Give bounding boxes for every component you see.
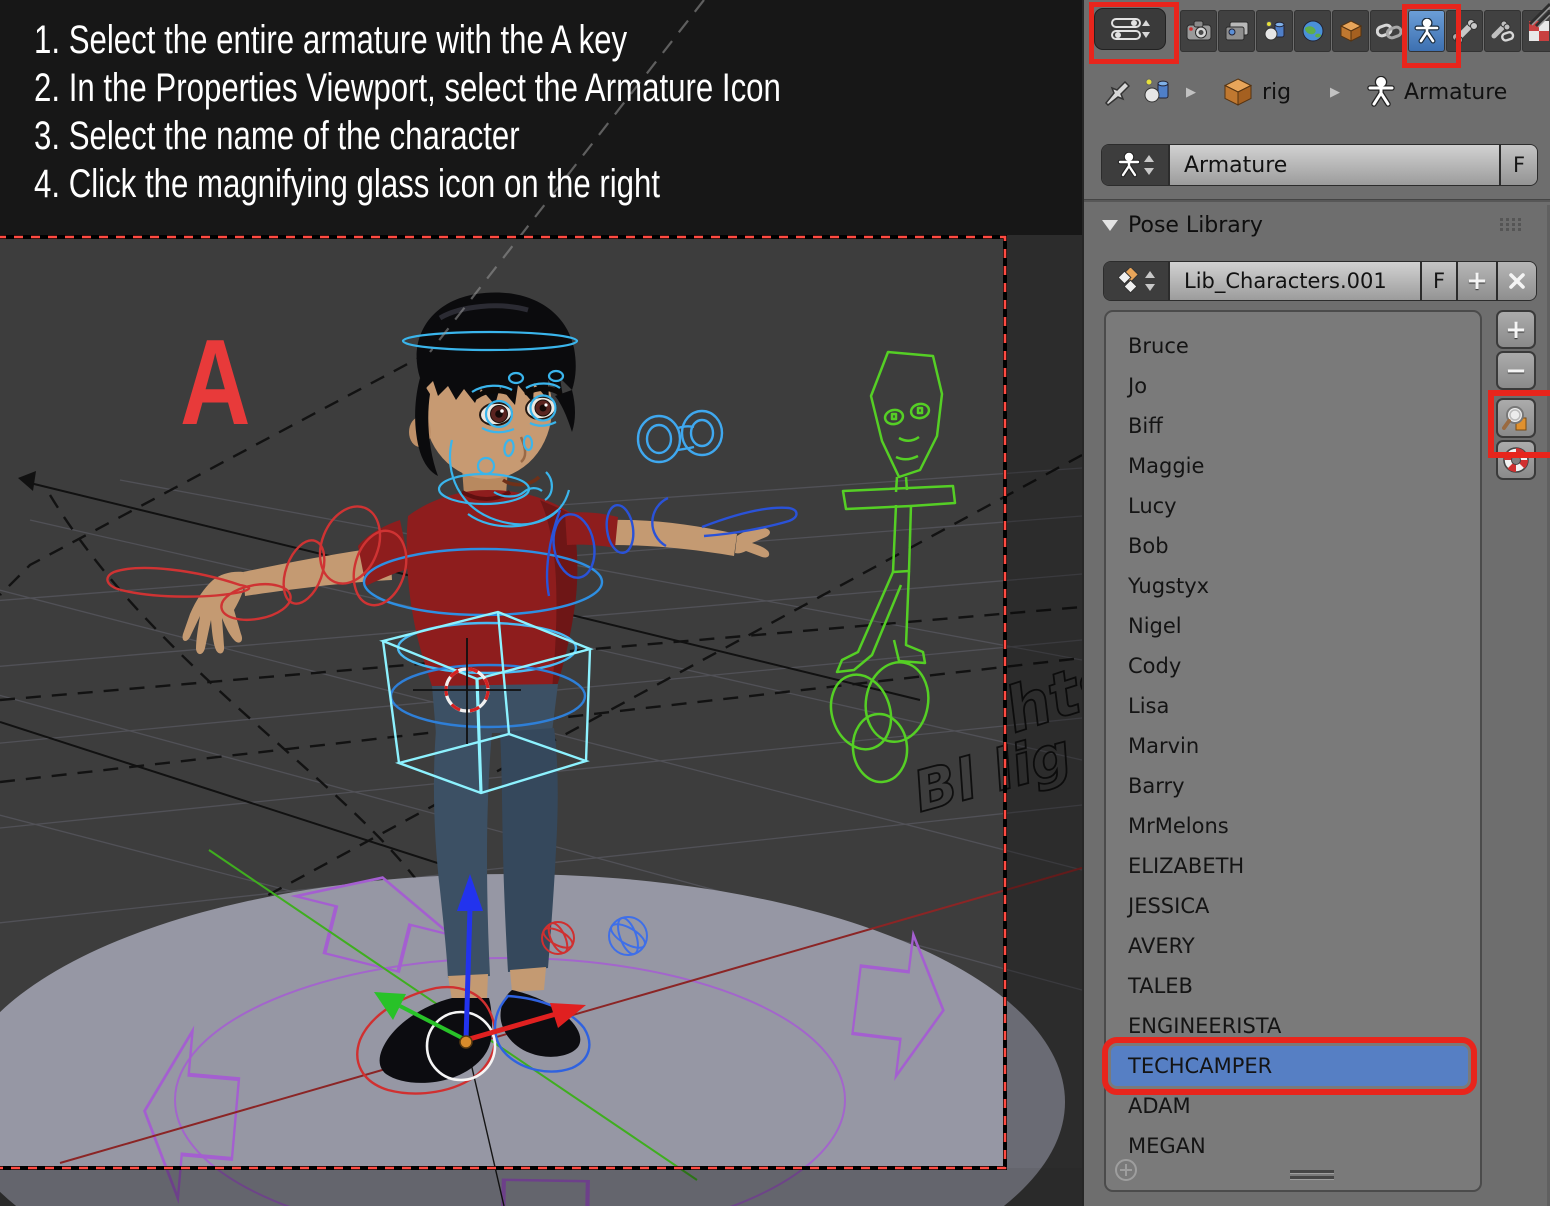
magnifier-icon xyxy=(1502,404,1530,432)
pin-icon[interactable] xyxy=(1100,70,1130,114)
tab-bone-constraint[interactable] xyxy=(1484,10,1521,52)
fake-user-button[interactable]: F xyxy=(1422,262,1456,300)
pose-list-item[interactable]: TECHCAMPER xyxy=(1111,1046,1468,1086)
pose-library-title: Pose Library xyxy=(1128,213,1263,238)
pose-list-item[interactable]: TALEB xyxy=(1111,966,1468,1006)
camera-dim-bottom xyxy=(0,1168,1082,1206)
close-icon xyxy=(1509,273,1525,289)
pose-library-datablock-group: Lib_Characters.001 F + xyxy=(1104,262,1536,300)
pose-list-item[interactable]: Bruce xyxy=(1111,326,1468,366)
lifebuoy-icon xyxy=(1502,446,1530,474)
instruction-line: 3. Select the name of the character xyxy=(34,112,845,160)
breadcrumb-arrow-icon: ▶ xyxy=(1186,70,1196,114)
scene-icon xyxy=(1262,20,1288,42)
properties-editor: ▶ rig ▶ Armatur xyxy=(1082,0,1550,1206)
pose-list-item[interactable]: Maggie xyxy=(1111,446,1468,486)
armature-person-icon-small[interactable] xyxy=(1366,70,1396,114)
pose-list-item[interactable]: ENGINEERISTA xyxy=(1111,1006,1468,1046)
add-pose-button[interactable]: + xyxy=(1496,310,1536,349)
properties-editor-icon xyxy=(1110,16,1150,42)
pose-list-item[interactable]: MrMelons xyxy=(1111,806,1468,846)
panel-drag-grip-icon[interactable] xyxy=(1500,218,1526,232)
scene-icon-small[interactable] xyxy=(1140,70,1174,114)
breadcrumb-data-name[interactable]: Armature xyxy=(1404,70,1507,114)
pose-list-item[interactable]: Bob xyxy=(1111,526,1468,566)
overlay-letter-a: A xyxy=(180,315,250,451)
pose-library-panel-header[interactable]: Pose Library xyxy=(1084,205,1550,245)
armature-name-group: Armature F xyxy=(1102,145,1537,185)
breadcrumb: ▶ rig ▶ Armatur xyxy=(1084,70,1550,114)
pose-list-item[interactable]: Lucy xyxy=(1111,486,1468,526)
tab-world[interactable] xyxy=(1294,10,1331,52)
pose-list-item[interactable]: AVERY xyxy=(1111,926,1468,966)
pose-list-item[interactable]: JESSICA xyxy=(1111,886,1468,926)
tab-constraints[interactable] xyxy=(1370,10,1407,52)
collapse-triangle-icon[interactable] xyxy=(1102,219,1118,231)
pose-list-item[interactable]: Cody xyxy=(1111,646,1468,686)
pose-list-item[interactable]: ADAM xyxy=(1111,1086,1468,1126)
instruction-line: 2. In the Properties Viewport, select th… xyxy=(34,64,845,112)
world-globe-icon xyxy=(1301,19,1325,43)
plus-icon: + xyxy=(1505,315,1527,345)
tab-render-layers[interactable] xyxy=(1218,10,1255,52)
action-datablock-browse-button[interactable] xyxy=(1104,262,1168,300)
instruction-line: 1. Select the entire armature with the A… xyxy=(34,16,845,64)
instructions-overlay: 1. Select the entire armature with the A… xyxy=(34,16,845,208)
pose-list-item[interactable]: Lisa xyxy=(1111,686,1468,726)
datablock-type-button[interactable] xyxy=(1102,145,1168,185)
remove-pose-button[interactable]: − xyxy=(1496,351,1536,390)
bone-constraint-icon xyxy=(1490,18,1516,44)
sanitize-library-button[interactable] xyxy=(1496,440,1536,480)
list-add-circle-icon[interactable] xyxy=(1114,1158,1138,1182)
tab-render[interactable] xyxy=(1180,10,1217,52)
editor-type-selector[interactable] xyxy=(1094,8,1166,50)
pose-list-item[interactable]: Biff xyxy=(1111,406,1468,446)
unlink-action-button[interactable] xyxy=(1496,262,1536,300)
breadcrumb-arrow-icon: ▶ xyxy=(1330,70,1340,114)
pose-list-item[interactable]: Jo xyxy=(1111,366,1468,406)
stepper-arrows-icon[interactable] xyxy=(1145,270,1155,292)
tab-object[interactable] xyxy=(1332,10,1369,52)
pose-list-item[interactable]: MEGAN xyxy=(1111,1126,1468,1166)
object-cube-icon-small[interactable] xyxy=(1222,70,1254,114)
bone-icon xyxy=(1452,18,1478,44)
fake-user-button[interactable]: F xyxy=(1501,145,1537,185)
tab-scene[interactable] xyxy=(1256,10,1293,52)
pose-list-item[interactable]: ELIZABETH xyxy=(1111,846,1468,886)
instruction-line: 4. Click the magnifying glass icon on th… xyxy=(34,160,845,208)
plus-icon: + xyxy=(1466,266,1488,296)
apply-pose-magnifier-button[interactable] xyxy=(1496,398,1536,438)
pose-list-item[interactable]: Marvin xyxy=(1111,726,1468,766)
armature-person-icon-small xyxy=(1117,152,1141,178)
new-action-button[interactable]: + xyxy=(1456,262,1496,300)
armature-name-input[interactable]: Armature xyxy=(1168,145,1501,185)
blender-screenshot: hts Bl lig A 1. Select the entire armatu… xyxy=(0,0,1550,1206)
panel-divider xyxy=(1084,199,1550,202)
object-cube-icon xyxy=(1339,19,1363,43)
stepper-arrows-icon[interactable] xyxy=(1144,154,1154,176)
tab-object-data-armature[interactable] xyxy=(1408,10,1445,52)
camera-icon xyxy=(1186,20,1212,42)
action-icon xyxy=(1118,268,1142,294)
armature-person-icon xyxy=(1414,18,1440,44)
chain-link-icon xyxy=(1376,20,1402,42)
camera-dim-right xyxy=(1005,235,1082,1168)
editor-corner-grip[interactable] xyxy=(1524,2,1550,28)
action-name-input[interactable]: Lib_Characters.001 xyxy=(1168,262,1422,300)
render-layers-icon xyxy=(1224,20,1250,42)
pose-list-item[interactable]: Nigel xyxy=(1111,606,1468,646)
list-resize-grip[interactable] xyxy=(1290,1170,1334,1182)
breadcrumb-object-name[interactable]: rig xyxy=(1262,70,1291,114)
minus-icon: − xyxy=(1505,356,1527,386)
tab-bone[interactable] xyxy=(1446,10,1483,52)
pose-list[interactable]: BruceJoBiffMaggieLucyBobYugstyxNigelCody… xyxy=(1104,310,1482,1192)
3d-viewport[interactable]: hts Bl lig A 1. Select the entire armatu… xyxy=(0,0,1082,1206)
pose-list-item[interactable]: Barry xyxy=(1111,766,1468,806)
pose-list-item[interactable]: Yugstyx xyxy=(1111,566,1468,606)
